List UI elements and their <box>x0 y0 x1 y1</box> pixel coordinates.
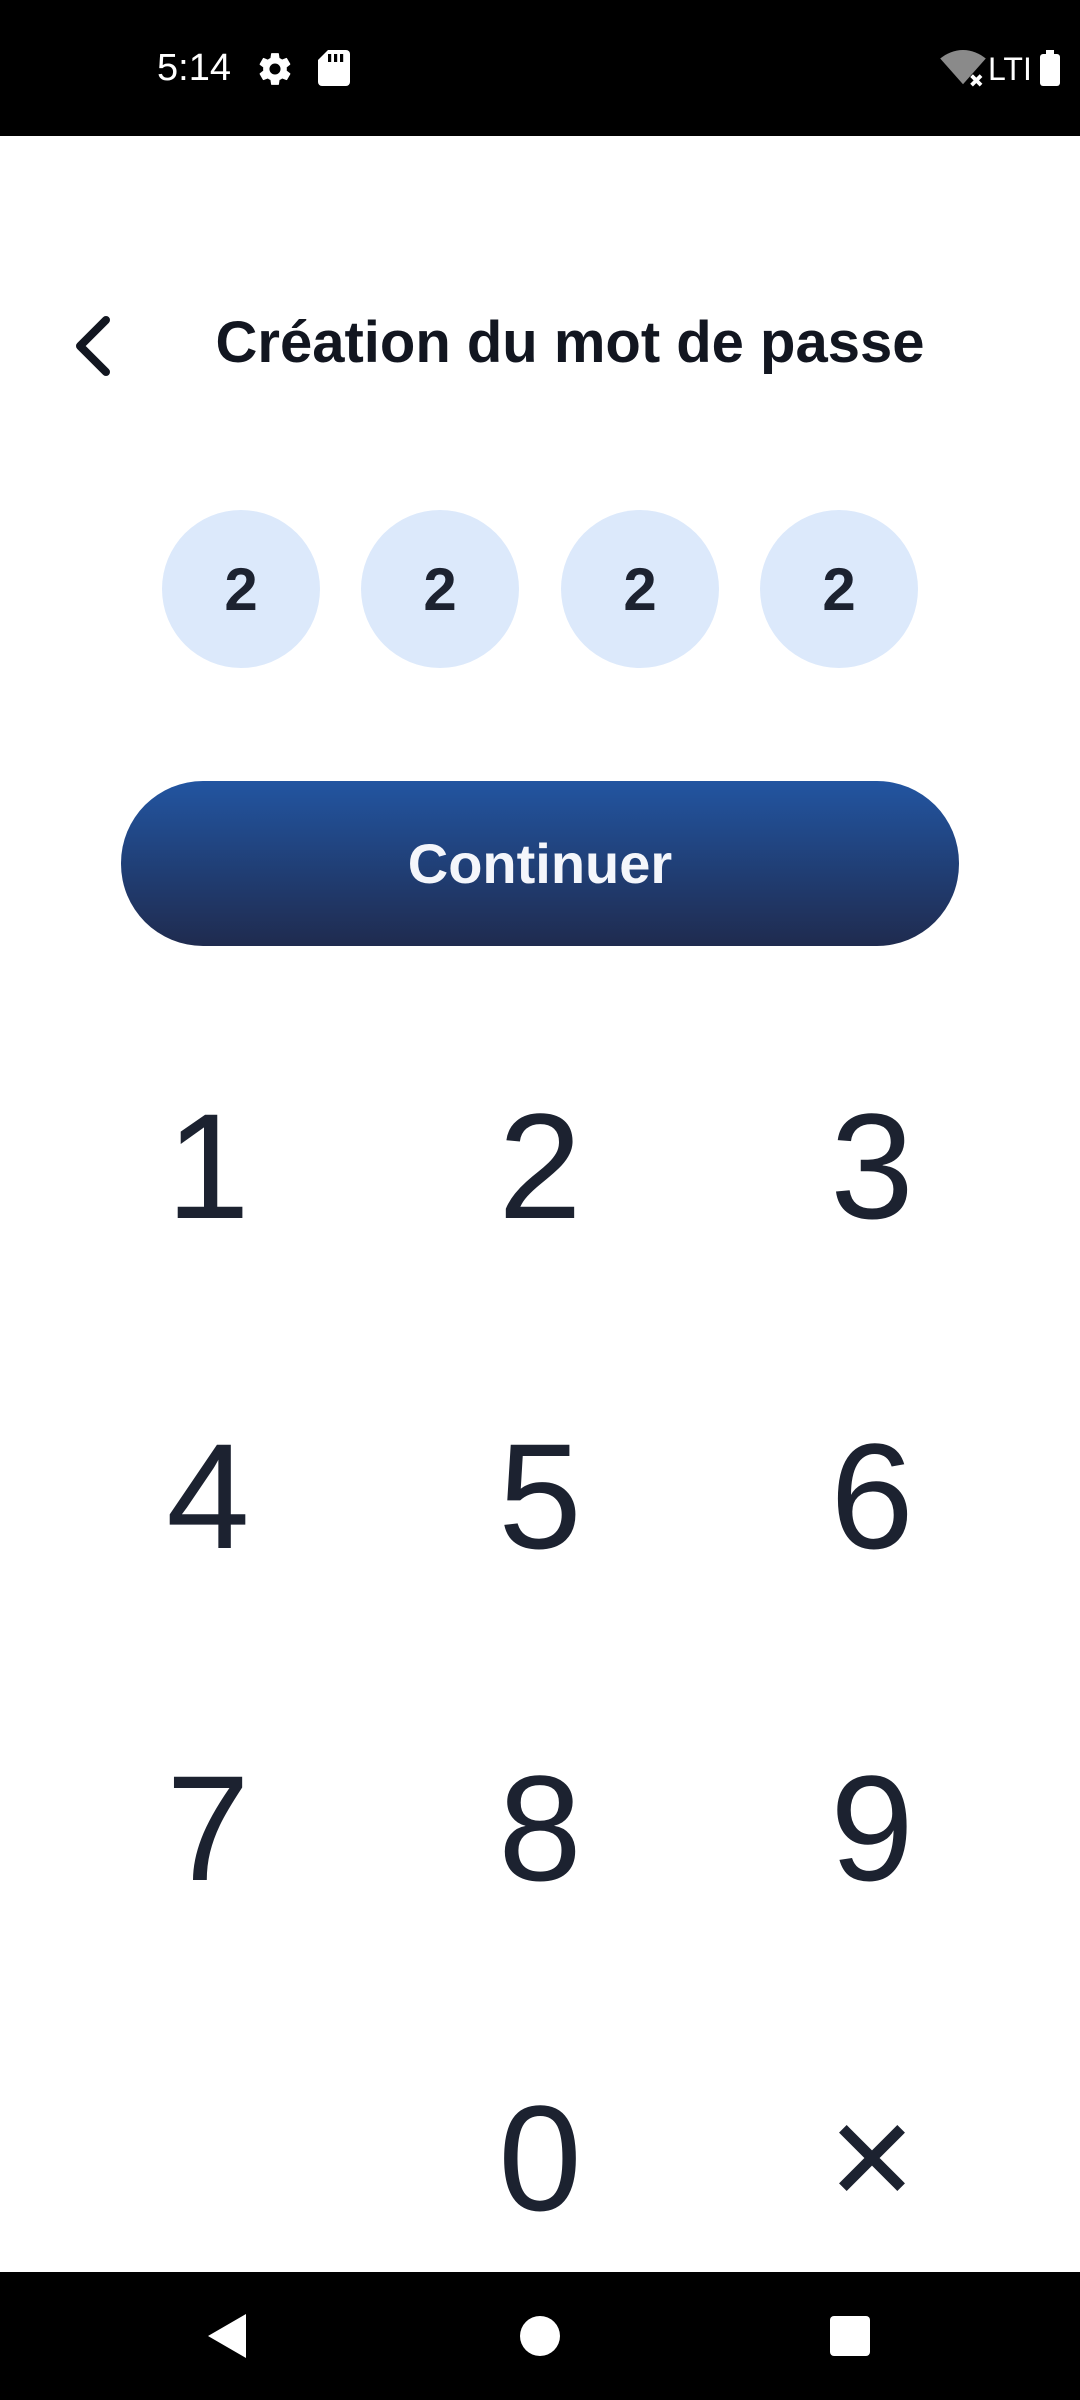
delete-key[interactable] <box>732 2058 1012 2258</box>
pin-digit-3: 2 <box>561 510 719 668</box>
keypad-key-9[interactable]: 9 <box>732 1728 1012 1928</box>
nav-home-button[interactable] <box>502 2298 578 2374</box>
back-triangle-icon <box>208 2314 246 2358</box>
pin-digit-4: 2 <box>760 510 918 668</box>
pin-display: 2 2 2 2 <box>0 510 1080 668</box>
wifi-no-internet-icon <box>940 50 986 87</box>
keypad-key-4[interactable]: 4 <box>68 1396 348 1596</box>
keypad-key-8[interactable]: 8 <box>400 1728 680 1928</box>
system-nav-bar <box>0 2272 1080 2400</box>
status-bar: 5:14 LTI <box>0 0 1080 136</box>
battery-icon <box>1040 50 1060 86</box>
continue-button[interactable]: Continuer <box>121 781 959 946</box>
page-title: Création du mot de passe <box>215 310 925 375</box>
gear-icon <box>259 53 291 85</box>
keypad-key-6[interactable]: 6 <box>732 1396 1012 1596</box>
keypad-key-2[interactable]: 2 <box>400 1066 680 1266</box>
recents-square-icon <box>830 2316 870 2356</box>
keypad-key-1[interactable]: 1 <box>68 1066 348 1266</box>
home-circle-icon <box>520 2316 560 2356</box>
nav-back-button[interactable] <box>188 2298 264 2374</box>
close-icon <box>839 2125 905 2191</box>
keypad-key-5[interactable]: 5 <box>400 1396 680 1596</box>
keypad-key-7[interactable]: 7 <box>68 1728 348 1928</box>
sd-card-icon <box>318 50 350 86</box>
pin-digit-2: 2 <box>361 510 519 668</box>
status-time: 5:14 <box>157 47 231 89</box>
keypad-key-0[interactable]: 0 <box>400 2058 680 2258</box>
nav-recents-button[interactable] <box>812 2298 888 2374</box>
network-label: LTI <box>988 51 1032 87</box>
pin-digit-1: 2 <box>162 510 320 668</box>
keypad-key-3[interactable]: 3 <box>732 1066 1012 1266</box>
